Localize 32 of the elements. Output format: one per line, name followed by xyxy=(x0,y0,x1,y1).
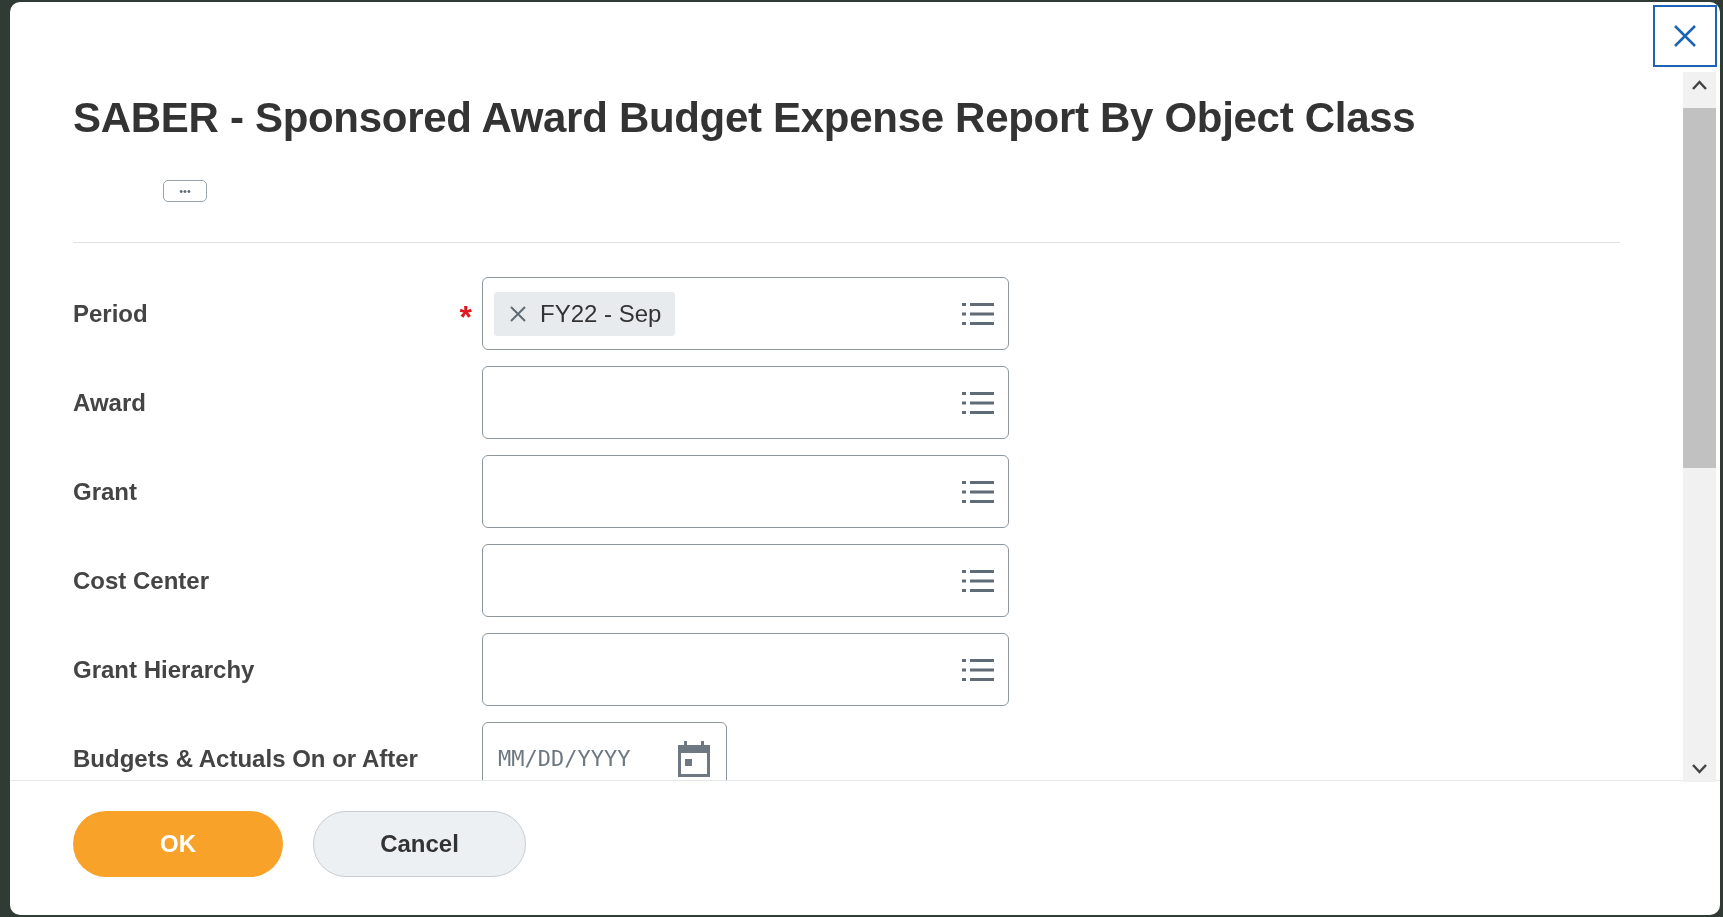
list-icon[interactable] xyxy=(962,390,994,415)
prompt-field[interactable]: FY22 - Sep xyxy=(482,277,1009,350)
prompt-field[interactable] xyxy=(482,366,1009,439)
list-icon[interactable] xyxy=(962,568,994,593)
prompt-field[interactable] xyxy=(482,633,1009,706)
prompt-field[interactable] xyxy=(482,544,1009,617)
more-actions-button[interactable]: ••• xyxy=(163,180,207,202)
field-label: Grant Hierarchy xyxy=(73,655,256,684)
calendar-icon[interactable] xyxy=(677,740,711,777)
scroll-down-icon[interactable] xyxy=(1692,764,1707,774)
cancel-button[interactable]: Cancel xyxy=(313,811,526,877)
dialog-title: SABER - Sponsored Award Budget Expense Report By Object Class xyxy=(73,94,1417,142)
field-label: Budgets & Actuals On or After xyxy=(73,744,419,773)
field-label: Grant xyxy=(73,477,138,506)
pill-text: FY22 - Sep xyxy=(540,299,662,328)
date-field[interactable]: MM/DD/YYYY xyxy=(482,722,727,780)
field-label: Period xyxy=(73,299,149,328)
selected-value-pill[interactable]: FY22 - Sep xyxy=(494,291,676,336)
field-label: Cost Center xyxy=(73,566,211,595)
scroll-up-icon[interactable] xyxy=(1692,80,1707,90)
remove-icon[interactable] xyxy=(510,305,526,322)
prompt-field[interactable] xyxy=(482,455,1009,528)
close-icon xyxy=(1674,25,1696,47)
field-label: Award xyxy=(73,388,147,417)
close-button[interactable] xyxy=(1653,5,1717,67)
list-icon[interactable] xyxy=(962,301,994,326)
date-placeholder: MM/DD/YYYY xyxy=(498,746,631,771)
scrollbar-thumb[interactable] xyxy=(1683,108,1716,468)
scrollbar[interactable] xyxy=(1683,72,1716,782)
list-icon[interactable] xyxy=(962,657,994,682)
list-icon[interactable] xyxy=(962,479,994,504)
required-asterisk: * xyxy=(459,298,472,335)
